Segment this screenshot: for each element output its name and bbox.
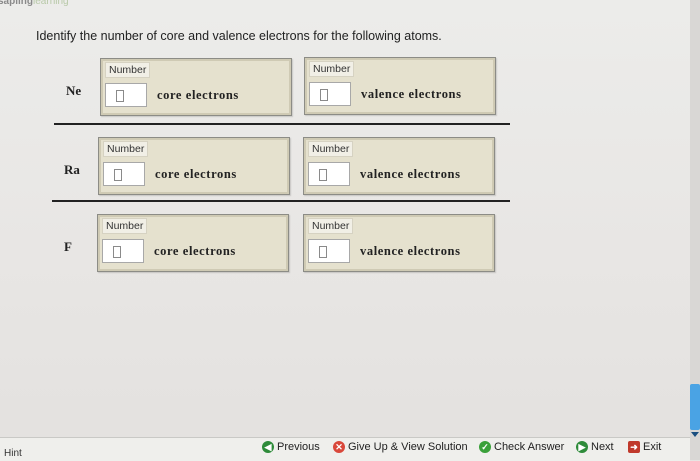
atom-label-ra: Ra (64, 162, 80, 177)
f-valence-answer-box: Number valence electrons (303, 214, 495, 272)
valence-electrons-label: valence electrons (361, 87, 462, 101)
exit-button[interactable]: ➜ Exit (628, 441, 661, 453)
ne-valence-answer-box: Number valence electrons (304, 57, 496, 115)
question-prompt: Identify the number of core and valence … (36, 29, 442, 43)
core-electrons-label: core electrons (155, 167, 237, 181)
hint-link[interactable]: Hint (4, 448, 22, 459)
previous-label: Previous (277, 441, 320, 453)
f-valence-input[interactable] (308, 239, 350, 263)
core-electrons-label: core electrons (157, 88, 239, 102)
input-caret-icon (319, 169, 327, 181)
input-caret-icon (113, 246, 121, 258)
number-label: Number (103, 141, 149, 157)
valence-electrons-label: valence electrons (360, 167, 461, 181)
input-caret-icon (114, 169, 122, 181)
give-up-x-icon: ✕ (333, 441, 345, 453)
input-caret-icon (319, 246, 327, 258)
next-button[interactable]: ▶ Next (576, 441, 614, 453)
sapling-logo: saplinglearning (0, 0, 69, 7)
number-label: Number (105, 62, 151, 78)
input-caret-icon (116, 90, 124, 102)
logo-sub: learning (33, 0, 69, 7)
valence-electrons-label: valence electrons (360, 244, 461, 258)
ne-core-input[interactable] (105, 83, 147, 107)
scroll-down-arrow-icon[interactable] (691, 432, 699, 437)
logo-main: sapling (0, 0, 34, 7)
bottom-nav-bar: Hint ◀ Previous ✕ Give Up & View Solutio… (0, 437, 690, 461)
number-label: Number (309, 61, 355, 77)
exit-label: Exit (643, 441, 662, 453)
input-caret-icon (320, 89, 328, 101)
ra-valence-answer-box: Number valence electrons (303, 137, 495, 195)
ra-valence-input[interactable] (308, 162, 350, 186)
number-label: Number (308, 141, 354, 157)
ne-valence-input[interactable] (309, 82, 351, 106)
core-electrons-label: core electrons (154, 244, 236, 258)
atom-label-ne: Ne (66, 83, 82, 98)
previous-arrow-icon: ◀ (262, 441, 274, 453)
ra-core-answer-box: Number core electrons (98, 137, 290, 195)
exit-door-icon: ➜ (628, 441, 640, 453)
previous-button[interactable]: ◀ Previous (262, 441, 320, 453)
vertical-scrollbar[interactable] (690, 0, 700, 460)
atom-label-f: F (64, 239, 72, 254)
row-divider (52, 200, 510, 202)
check-answer-label: Check Answer (494, 441, 565, 453)
row-divider (54, 123, 510, 125)
give-up-button[interactable]: ✕ Give Up & View Solution (333, 441, 468, 453)
number-label: Number (102, 218, 148, 234)
question-page: saplinglearning Identify the number of c… (0, 0, 700, 461)
next-label: Next (591, 441, 614, 453)
give-up-label: Give Up & View Solution (348, 441, 468, 453)
ra-core-input[interactable] (103, 162, 145, 186)
next-arrow-icon: ▶ (576, 441, 588, 453)
scrollbar-thumb[interactable] (690, 384, 700, 430)
check-mark-icon: ✓ (479, 441, 491, 453)
number-label: Number (308, 218, 354, 234)
f-core-answer-box: Number core electrons (97, 214, 289, 272)
f-core-input[interactable] (102, 239, 144, 263)
ne-core-answer-box: Number core electrons (100, 58, 292, 116)
check-answer-button[interactable]: ✓ Check Answer (479, 441, 564, 453)
